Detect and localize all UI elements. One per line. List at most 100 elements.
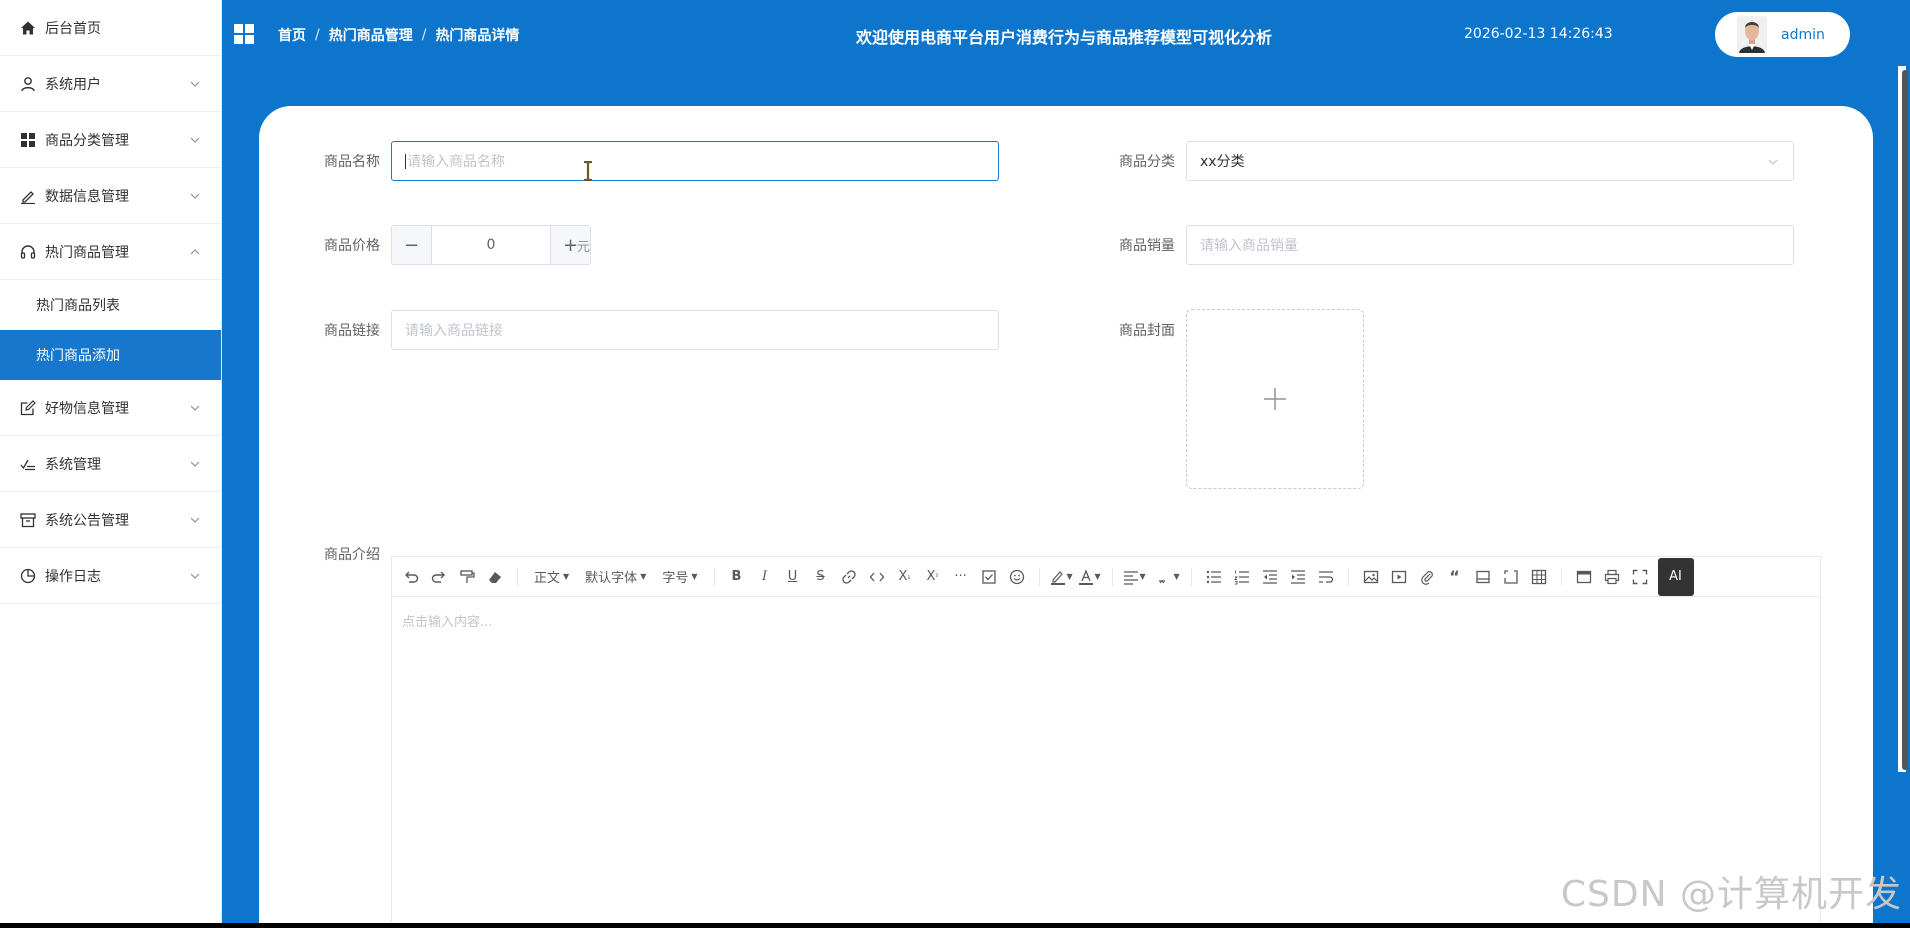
video-icon[interactable]: [1385, 563, 1413, 591]
product-category-select[interactable]: xx分类: [1186, 141, 1794, 181]
cover-uploader[interactable]: [1186, 309, 1364, 489]
more-icon[interactable]: ···: [947, 563, 975, 591]
sidebar-subitem-hot-add[interactable]: 热门商品添加: [0, 330, 221, 380]
headset-icon: [20, 244, 36, 260]
wrap-icon[interactable]: [1312, 563, 1340, 591]
sidebar-item-data-info[interactable]: 数据信息管理: [0, 168, 221, 224]
chevron-down-icon: [190, 573, 200, 579]
format-painter-icon[interactable]: [453, 563, 481, 591]
numbered-list-icon[interactable]: [1228, 563, 1256, 591]
price-unit: 元: [577, 240, 591, 255]
heading-select-label: 正文: [534, 571, 561, 586]
chevron-down-icon: [190, 193, 200, 199]
link-icon[interactable]: [835, 563, 863, 591]
product-name-label: 商品名称: [324, 154, 380, 170]
sidebar-item-label: 商品分类管理: [45, 132, 129, 149]
line-height-icon[interactable]: ▼: [1155, 563, 1183, 591]
chevron-down-icon: [190, 461, 200, 467]
sidebar-item-label: 系统公告管理: [45, 512, 129, 529]
sidebar-item-home[interactable]: 后台首页: [0, 0, 221, 56]
sidebar-item-system-manage[interactable]: 系统管理: [0, 436, 221, 492]
sidebar-subitem-label: 热门商品添加: [36, 348, 120, 364]
datetime: 2026-02-13 14:26:43: [1464, 26, 1613, 42]
sidebar-item-notice[interactable]: 系统公告管理: [0, 492, 221, 548]
indent-increase-icon[interactable]: [1284, 563, 1312, 591]
align-icon[interactable]: ▼: [1121, 563, 1149, 591]
breadcrumb-home[interactable]: 首页: [278, 25, 306, 45]
app-window: 后台首页 系统用户 商品分类管理 数据信息管理 热门商品管理 热门商品列表 热门…: [0, 0, 1910, 923]
sidebar-item-system-users[interactable]: 系统用户: [0, 56, 221, 112]
breadcrumb: 首页 / 热门商品管理 / 热门商品详情: [278, 25, 519, 45]
toolbar-divider: [713, 567, 715, 586]
text-caret: [405, 153, 406, 169]
table-icon[interactable]: [1525, 563, 1553, 591]
redo-icon[interactable]: [425, 563, 453, 591]
avatar: [1737, 16, 1767, 53]
breadcrumb-separator: /: [421, 27, 427, 43]
image-icon[interactable]: [1357, 563, 1385, 591]
top-bar: 首页 / 热门商品管理 / 热门商品详情 欢迎使用电商平台用户消费行为与商品推荐…: [222, 0, 1910, 70]
price-stepper[interactable]: − 0 +: [391, 225, 591, 265]
welcome-title: 欢迎使用电商平台用户消费行为与商品推荐模型可视化分析: [856, 28, 1273, 47]
form-card: 商品名称 请输入商品名称 商品分类 xx分类 商品价格 − 0 + 元 商品销量…: [259, 106, 1873, 923]
scrollbar-thumb[interactable]: [1902, 70, 1908, 770]
toolbar-divider: [1347, 567, 1349, 586]
sidebar-item-label: 数据信息管理: [45, 188, 129, 205]
decrease-button[interactable]: −: [392, 226, 432, 264]
user-menu[interactable]: admin: [1715, 12, 1850, 57]
sidebar-item-category[interactable]: 商品分类管理: [0, 112, 221, 168]
product-sales-input[interactable]: 请输入商品销量: [1186, 225, 1794, 265]
bullet-list-icon[interactable]: [1200, 563, 1228, 591]
italic-icon[interactable]: I: [751, 563, 779, 591]
strikethrough-icon[interactable]: S: [807, 563, 835, 591]
product-link-input[interactable]: 请输入商品链接: [391, 310, 999, 350]
product-name-input[interactable]: 请输入商品名称: [391, 141, 999, 181]
emoji-icon[interactable]: [1003, 563, 1031, 591]
font-select-label: 默认字体: [585, 571, 638, 586]
product-name-placeholder: 请输入商品名称: [407, 154, 505, 170]
highlight-color-icon[interactable]: ▼: [1048, 563, 1076, 591]
fullscreen-icon[interactable]: [1626, 563, 1654, 591]
sidebar-subitem-hot-list[interactable]: 热门商品列表: [0, 280, 221, 330]
breadcrumb-current: 热门商品详情: [435, 28, 520, 44]
code-icon[interactable]: [863, 563, 891, 591]
font-size-select[interactable]: 字号 ▼: [654, 563, 705, 591]
undo-icon[interactable]: [397, 563, 425, 591]
bold-icon[interactable]: B: [723, 563, 751, 591]
indent-decrease-icon[interactable]: [1256, 563, 1284, 591]
todo-checkbox-icon[interactable]: [975, 563, 1003, 591]
sidebar-item-label: 操作日志: [45, 568, 101, 585]
sidebar-item-label: 好物信息管理: [45, 400, 129, 417]
print-icon[interactable]: [1598, 563, 1626, 591]
sales-placeholder: 请输入商品销量: [1200, 238, 1298, 254]
preview-icon[interactable]: [1570, 563, 1598, 591]
user-icon: [20, 76, 36, 92]
font-family-select[interactable]: 默认字体 ▼: [577, 563, 654, 591]
sidebar-item-goods-info[interactable]: 好物信息管理: [0, 380, 221, 436]
quote-icon[interactable]: “: [1441, 563, 1469, 591]
product-link-label: 商品链接: [324, 323, 380, 339]
subscript-icon[interactable]: X₁: [891, 563, 919, 591]
editor-content[interactable]: 点击输入内容...: [392, 597, 1820, 644]
toolbar-divider: [1111, 567, 1113, 586]
attachment-icon[interactable]: [1413, 563, 1441, 591]
sidebar-subitem-label: 热门商品列表: [36, 298, 120, 314]
breadcrumb-hot-products[interactable]: 热门商品管理: [329, 25, 413, 45]
divider-icon[interactable]: [1469, 563, 1497, 591]
underline-icon[interactable]: U: [779, 563, 807, 591]
sidebar-item-op-log[interactable]: 操作日志: [0, 548, 221, 604]
eraser-icon[interactable]: [481, 563, 509, 591]
edit-square-icon: [20, 399, 36, 416]
price-value[interactable]: 0: [432, 226, 550, 264]
grid-menu-icon[interactable]: [234, 24, 254, 44]
superscript-icon[interactable]: X²: [919, 563, 947, 591]
ai-button[interactable]: AI: [1657, 557, 1694, 596]
sidebar-item-hot-products[interactable]: 热门商品管理: [0, 224, 221, 280]
grid-icon: [20, 132, 36, 148]
font-color-icon[interactable]: ▼: [1076, 563, 1104, 591]
toolbar-divider: [1190, 567, 1192, 586]
heading-select[interactable]: 正文 ▼: [526, 563, 577, 591]
edit-pen-icon: [20, 188, 36, 204]
user-name: admin: [1781, 26, 1825, 43]
code-block-icon[interactable]: [1497, 563, 1525, 591]
